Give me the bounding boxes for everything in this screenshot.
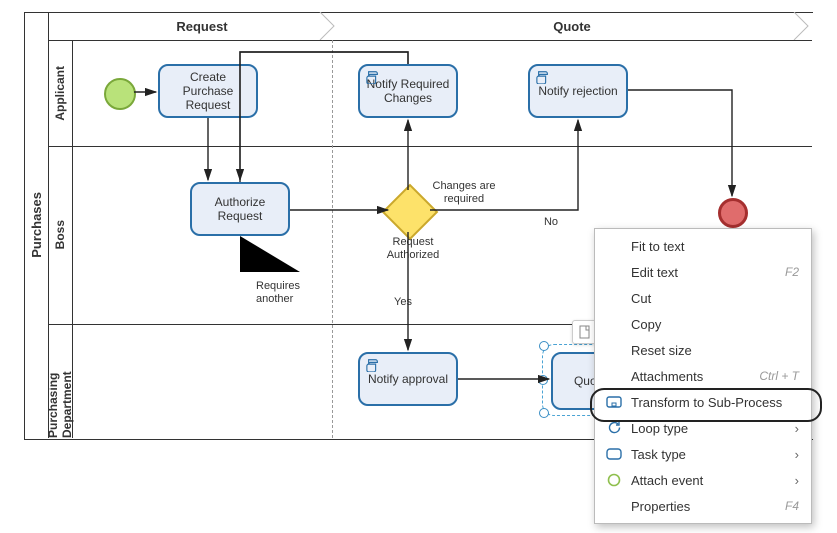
blank-icon <box>605 498 623 514</box>
ctx-properties[interactable]: Properties F4 <box>595 493 811 519</box>
blank-icon <box>605 238 623 254</box>
ctx-edit-text[interactable]: Edit text F2 <box>595 259 811 285</box>
ctx-fit-to-text[interactable]: Fit to text <box>595 233 811 259</box>
ctx-cut[interactable]: Cut <box>595 285 811 311</box>
blank-icon <box>605 316 623 332</box>
diagram-canvas[interactable]: Purchases Applicant Boss Purchasing Depa… <box>0 0 837 533</box>
page-icon <box>578 325 592 339</box>
resize-handle[interactable] <box>538 375 548 385</box>
blank-icon <box>605 368 623 384</box>
task-notify-approval[interactable]: Notify approval <box>358 352 458 406</box>
phase-header-chevrons <box>72 12 812 40</box>
chevron-right-icon: › <box>795 421 799 436</box>
end-event[interactable] <box>718 198 748 228</box>
script-icon <box>366 358 380 372</box>
lane-title-boss: Boss <box>48 146 73 324</box>
chevron-right-icon: › <box>795 473 799 488</box>
ctx-attach-event[interactable]: Attach event › <box>595 467 811 493</box>
subprocess-icon <box>605 394 623 410</box>
ctx-loop-type[interactable]: Loop type › <box>595 415 811 441</box>
ctx-reset-size[interactable]: Reset size <box>595 337 811 363</box>
lane-divider-1 <box>48 146 812 147</box>
task-create-purchase-request[interactable]: Create Purchase Request <box>158 64 258 118</box>
ctx-task-type[interactable]: Task type › <box>595 441 811 467</box>
task-notify-rejection[interactable]: Notify rejection <box>528 64 628 118</box>
resize-handle[interactable] <box>539 341 549 351</box>
task-authorize-request[interactable]: Authorize Request <box>190 182 290 236</box>
script-icon <box>536 70 550 84</box>
blank-icon <box>605 264 623 280</box>
label-yes: Yes <box>388 296 418 309</box>
context-menu: Fit to text Edit text F2 Cut Copy Reset … <box>594 228 812 524</box>
circle-icon <box>605 472 623 488</box>
blank-icon <box>605 290 623 306</box>
label-requires-another: Requires another <box>256 280 316 306</box>
ctx-attachments[interactable]: Attachments Ctrl + T <box>595 363 811 389</box>
lane-title-purchasing: Purchasing Department <box>48 324 73 438</box>
pool-title-text: Purchases <box>29 192 44 258</box>
blank-icon <box>605 342 623 358</box>
label-no: No <box>536 216 566 229</box>
chevron-right-icon: › <box>795 447 799 462</box>
label-request-authorized: Request Authorized <box>378 236 448 262</box>
rect-icon <box>605 446 623 462</box>
resize-handle[interactable] <box>539 408 549 418</box>
script-icon <box>366 70 380 84</box>
lane-title-applicant: Applicant <box>48 40 73 146</box>
label-changes-required: Changes are required <box>424 180 504 206</box>
ctx-transform-subprocess[interactable]: Transform to Sub-Process <box>595 389 811 415</box>
phase-divider <box>332 40 333 438</box>
start-event[interactable] <box>104 78 136 110</box>
refresh-icon <box>605 420 623 436</box>
task-notify-required-changes[interactable]: Notify Required Changes <box>358 64 458 118</box>
ctx-copy[interactable]: Copy <box>595 311 811 337</box>
